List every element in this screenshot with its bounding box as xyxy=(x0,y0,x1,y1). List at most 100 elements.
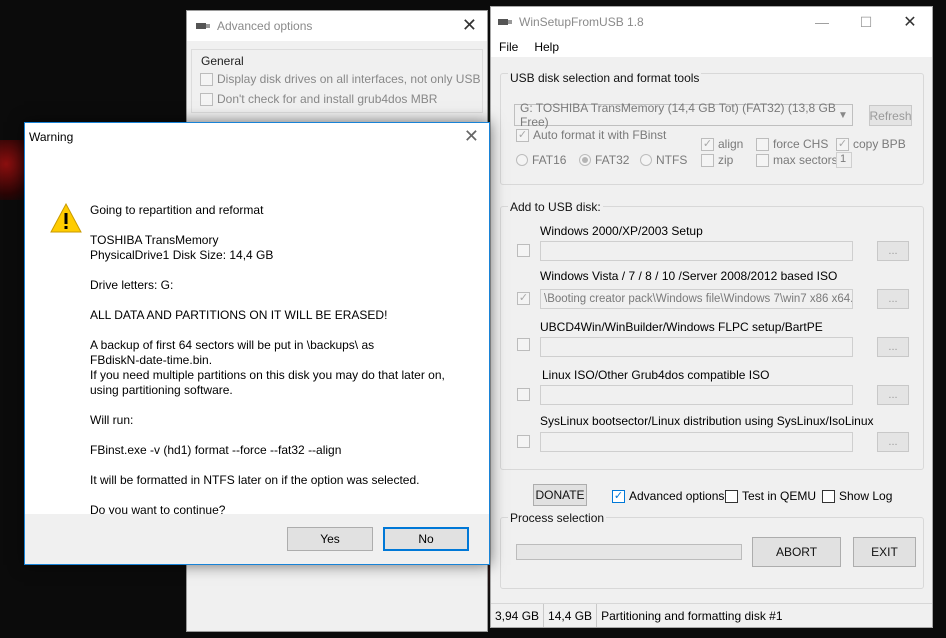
option-display-all-drives[interactable]: Display disk drives on all interfaces, n… xyxy=(200,72,480,86)
src4-path-field[interactable] xyxy=(540,385,853,405)
force-chs-option[interactable]: force CHS xyxy=(756,137,828,151)
src1-label: Windows 2000/XP/2003 Setup xyxy=(540,224,703,238)
test-qemu-checkbox[interactable] xyxy=(725,489,738,503)
max-sectors-checkbox[interactable] xyxy=(756,153,769,167)
display-all-drives-label: Display disk drives on all interfaces, n… xyxy=(217,72,481,86)
usb-disk-select[interactable]: G: TOSHIBA TransMemory (14,4 GB Tot) (FA… xyxy=(514,101,853,129)
fat32-option[interactable]: FAT32 xyxy=(579,153,629,167)
donate-button[interactable]: DONATE xyxy=(533,484,587,506)
max-sectors-option[interactable]: max sectors xyxy=(756,153,838,167)
menu-file[interactable]: File xyxy=(499,40,518,54)
warning-message: Going to repartition and reformat TOSHIB… xyxy=(90,203,475,533)
src1-checkbox[interactable] xyxy=(517,244,530,257)
status-message: Partitioning and formatting disk #1 xyxy=(601,608,783,623)
align-label: align xyxy=(718,137,744,151)
show-log-toggle[interactable]: Show Log xyxy=(822,489,892,503)
zip-checkbox[interactable] xyxy=(701,153,714,167)
general-group-label: General xyxy=(201,54,244,68)
src3-checkbox[interactable] xyxy=(517,338,530,351)
warning-line-4: ALL DATA AND PARTITIONS ON IT WILL BE ER… xyxy=(90,308,388,322)
src2-browse-button[interactable]: ... xyxy=(877,289,909,309)
src5-browse-button[interactable]: ... xyxy=(877,432,909,452)
zip-option[interactable]: zip xyxy=(701,153,733,167)
src3-label: UBCD4Win/WinBuilder/Windows FLPC setup/B… xyxy=(540,320,823,334)
abort-button[interactable]: ABORT xyxy=(752,537,841,567)
process-group-label: Process selection xyxy=(508,511,607,525)
add-to-usb-group-label: Add to USB disk: xyxy=(508,200,603,214)
src2-checkbox[interactable]: ✓ xyxy=(517,292,530,305)
close-icon[interactable]: ✕ xyxy=(464,126,479,147)
status-bar: 3,94 GB 14,4 GB Partitioning and formatt… xyxy=(491,603,932,627)
max-sectors-label: max sectors xyxy=(773,153,838,167)
advanced-options-label: Advanced options xyxy=(629,489,725,503)
yes-button[interactable]: Yes xyxy=(287,527,373,551)
no-button[interactable]: No xyxy=(383,527,469,551)
warning-line-7: FBinst.exe -v (hd1) format --force --fat… xyxy=(90,443,342,457)
general-group: General Display disk drives on all inter… xyxy=(191,49,483,113)
ntfs-option[interactable]: NTFS xyxy=(640,153,687,167)
test-qemu-label: Test in QEMU xyxy=(742,489,817,503)
copy-bpb-label: copy BPB xyxy=(853,137,906,151)
src5-label: SysLinux bootsector/Linux distribution u… xyxy=(540,414,874,428)
show-log-label: Show Log xyxy=(839,489,893,503)
usb-disk-group-label: USB disk selection and format tools xyxy=(508,71,702,85)
src2-path-field[interactable]: \Booting creator pack\Windows file\Windo… xyxy=(540,289,853,309)
warning-line-2: TOSHIBA TransMemory PhysicalDrive1 Disk … xyxy=(90,233,274,262)
fat16-radio[interactable] xyxy=(516,154,528,166)
advanced-options-titlebar[interactable]: Advanced options ✕ xyxy=(187,11,487,41)
minimize-icon[interactable]: — xyxy=(800,7,844,37)
fat16-option[interactable]: FAT16 xyxy=(516,153,566,167)
close-icon[interactable]: ✕ xyxy=(888,7,932,37)
src4-browse-button[interactable]: ... xyxy=(877,385,909,405)
refresh-button[interactable]: Refresh xyxy=(869,105,912,126)
no-grub4dos-label: Don't check for and install grub4dos MBR xyxy=(217,92,438,106)
warning-body: Going to repartition and reformat TOSHIB… xyxy=(25,151,489,517)
src3-path-field[interactable] xyxy=(540,337,853,357)
src1-browse-button[interactable]: ... xyxy=(877,241,909,261)
usb-app-icon xyxy=(196,23,210,29)
src5-checkbox[interactable] xyxy=(517,435,530,448)
warning-line-8: It will be formatted in NTFS later on if… xyxy=(90,473,420,487)
ntfs-radio[interactable] xyxy=(640,154,652,166)
maximize-icon[interactable]: ☐ xyxy=(844,7,888,37)
display-all-drives-checkbox[interactable] xyxy=(200,72,213,86)
advanced-options-checkbox[interactable]: ✓ xyxy=(612,489,625,503)
advanced-options-toggle[interactable]: ✓ Advanced options xyxy=(612,489,724,503)
copy-bpb-checkbox[interactable]: ✓ xyxy=(836,137,849,151)
src2-label: Windows Vista / 7 / 8 / 10 /Server 2008/… xyxy=(540,269,838,283)
src3-browse-button[interactable]: ... xyxy=(877,337,909,357)
warning-titlebar[interactable]: Warning ✕ xyxy=(25,123,489,151)
usb-disk-select-value: G: TOSHIBA TransMemory (14,4 GB Tot) (FA… xyxy=(520,101,836,129)
auto-format-option[interactable]: ✓ Auto format it with FBinst xyxy=(516,128,666,142)
src1-path-field[interactable] xyxy=(540,241,853,261)
option-no-grub4dos-mbr[interactable]: Don't check for and install grub4dos MBR xyxy=(200,92,437,106)
ntfs-label: NTFS xyxy=(656,153,688,167)
warning-line-6: Will run: xyxy=(90,413,134,427)
copy-bpb-option[interactable]: ✓ copy BPB xyxy=(836,137,906,151)
winsetupfromusb-window: WinSetupFromUSB 1.8 — ☐ ✕ File Help USB … xyxy=(490,6,933,628)
src5-path-field[interactable] xyxy=(540,432,853,452)
force-chs-label: force CHS xyxy=(773,137,829,151)
fat32-radio[interactable] xyxy=(579,154,591,166)
max-sectors-field[interactable]: 1 xyxy=(836,152,852,168)
main-titlebar[interactable]: WinSetupFromUSB 1.8 — ☐ ✕ xyxy=(491,7,932,37)
no-grub4dos-checkbox[interactable] xyxy=(200,92,213,106)
warning-icon xyxy=(50,203,82,233)
test-qemu-toggle[interactable]: Test in QEMU xyxy=(725,489,816,503)
warning-title: Warning xyxy=(29,130,74,144)
src4-checkbox[interactable] xyxy=(517,388,530,401)
align-option[interactable]: ✓ align xyxy=(701,137,743,151)
close-icon[interactable]: ✕ xyxy=(462,15,477,36)
warning-line-1: Going to repartition and reformat xyxy=(90,203,264,217)
exit-button[interactable]: EXIT xyxy=(853,537,916,567)
show-log-checkbox[interactable] xyxy=(822,489,835,503)
warning-line-5: A backup of first 64 sectors will be put… xyxy=(90,338,445,397)
usb-app-icon xyxy=(498,19,512,25)
force-chs-checkbox[interactable] xyxy=(756,137,769,151)
zip-label: zip xyxy=(718,153,734,167)
menu-help[interactable]: Help xyxy=(534,40,559,54)
main-window-title: WinSetupFromUSB 1.8 xyxy=(519,15,644,29)
auto-format-checkbox[interactable]: ✓ xyxy=(516,128,529,142)
status-free-space: 3,94 GB xyxy=(491,604,545,627)
align-checkbox[interactable]: ✓ xyxy=(701,137,714,151)
